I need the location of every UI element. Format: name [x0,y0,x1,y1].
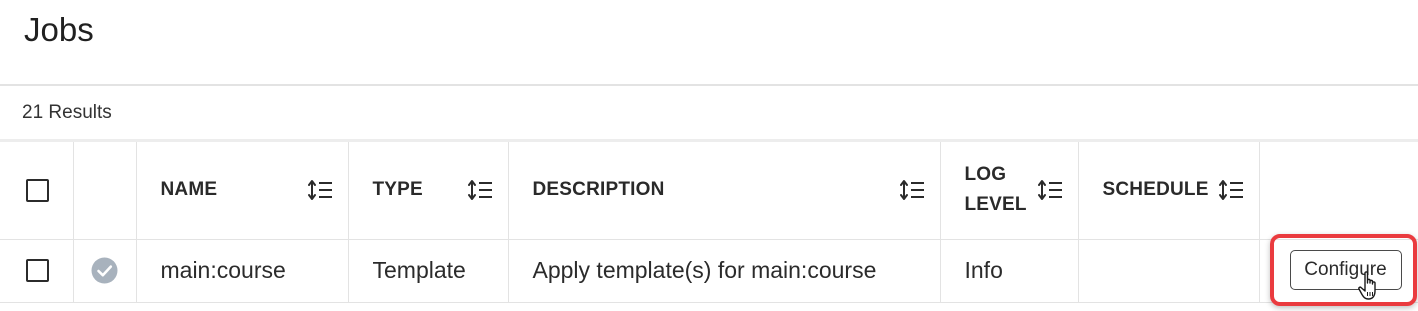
row-type: Template [372,257,466,283]
description-header-label: DESCRIPTION [532,179,665,201]
row-log-level: Info [964,257,1003,283]
sort-icon[interactable] [467,178,494,202]
log-level-header-label: LOG LEVEL [965,160,1027,220]
row-name-cell: main:course [135,239,348,303]
sort-icon[interactable] [899,178,926,202]
schedule-header[interactable]: SCHEDULE [1077,142,1259,240]
jobs-page: Jobs 21 Results NAME TYPE DESCRIPTION LO… [0,0,1418,311]
row-description: Apply template(s) for main:course [532,257,877,283]
type-header[interactable]: TYPE [347,142,508,240]
row-description-cell: Apply template(s) for main:course [507,239,940,303]
hand-pointer-icon [1357,270,1376,300]
schedule-header-label: SCHEDULE [1102,179,1209,201]
select-all-checkbox[interactable] [26,178,49,202]
log-level-header-line1: LOG [964,164,1007,186]
type-header-label: TYPE [372,179,423,201]
row-name: main:course [160,257,286,283]
sort-icon[interactable] [1037,178,1064,202]
log-level-header[interactable]: LOG LEVEL [939,142,1078,240]
row-select-cell [0,239,73,303]
sort-icon[interactable] [1218,178,1245,202]
page-title: Jobs [24,11,94,48]
select-all-header [0,142,73,240]
sort-icon[interactable] [307,178,334,202]
configure-button[interactable]: Configure [1289,249,1402,290]
check-circle-icon [91,257,118,284]
row-status-cell [72,239,136,303]
header-divider [0,84,1418,86]
results-count: 21 Results [22,102,112,123]
name-header[interactable]: NAME [135,142,348,240]
row-checkbox[interactable] [26,259,49,282]
table-header-row: NAME TYPE DESCRIPTION LOG LEVEL SCHEDULE [0,142,1418,240]
table-row: main:course Template Apply template(s) f… [0,233,1418,306]
log-level-header-line2: LEVEL [964,194,1027,216]
jobs-table: NAME TYPE DESCRIPTION LOG LEVEL SCHEDULE… [0,142,1418,306]
row-actions-cell: Configure [1258,233,1418,306]
status-header [72,142,136,240]
description-header[interactable]: DESCRIPTION [507,142,940,240]
actions-header [1258,142,1418,240]
name-header-label: NAME [160,179,218,201]
row-log-level-cell: Info [939,239,1078,303]
row-type-cell: Template [347,239,508,303]
row-schedule-cell [1077,239,1259,303]
